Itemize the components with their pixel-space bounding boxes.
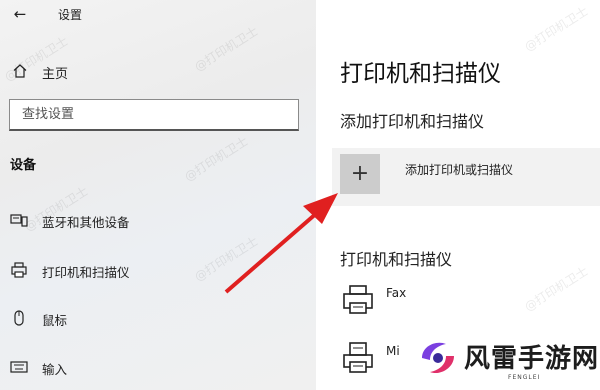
printer-icon bbox=[11, 262, 27, 278]
site-logo: 风雷手游网 FENGLEI bbox=[416, 332, 600, 390]
title-bar: ← 设置 bbox=[0, 0, 316, 28]
add-section-title: 添加打印机和扫描仪 bbox=[340, 112, 485, 131]
back-arrow-icon[interactable]: ← bbox=[10, 4, 30, 24]
search-input[interactable] bbox=[10, 100, 298, 129]
mouse-icon bbox=[14, 310, 24, 326]
sidebar-item-label: 打印机和扫描仪 bbox=[42, 265, 130, 280]
printer-name: Fax bbox=[386, 286, 407, 300]
sidebar: ← 设置 主页 设备 蓝牙和其他设备 打印机和扫描仪 鼠标 bbox=[0, 0, 316, 390]
sidebar-item-mouse[interactable]: 鼠标 bbox=[0, 303, 316, 333]
printer-list-title: 打印机和扫描仪 bbox=[340, 250, 453, 269]
section-title: 设备 bbox=[10, 158, 37, 173]
logo-subtext: FENGLEI bbox=[508, 374, 541, 381]
logo-text: 风雷手游网 bbox=[464, 344, 600, 374]
sidebar-item-label: 输入 bbox=[42, 362, 68, 377]
search-box[interactable] bbox=[9, 99, 299, 131]
sidebar-item-label: 蓝牙和其他设备 bbox=[42, 215, 130, 230]
sidebar-item-typing[interactable]: 输入 bbox=[0, 352, 316, 382]
add-printer-label: 添加打印机或扫描仪 bbox=[405, 163, 514, 177]
sidebar-item-label: 主页 bbox=[42, 67, 69, 82]
keyboard-icon bbox=[10, 361, 28, 373]
plus-icon: + bbox=[340, 154, 380, 194]
logo-mark-icon bbox=[422, 342, 454, 374]
sidebar-item-home[interactable]: 主页 bbox=[0, 56, 316, 86]
add-printer-button[interactable]: + 添加打印机或扫描仪 bbox=[332, 148, 600, 206]
sidebar-item-label: 鼠标 bbox=[42, 313, 68, 328]
fax-printer-icon bbox=[343, 285, 373, 314]
printer-item-fax[interactable]: Fax bbox=[340, 282, 590, 326]
home-icon bbox=[13, 64, 27, 78]
sidebar-item-printers[interactable]: 打印机和扫描仪 bbox=[0, 255, 316, 285]
app-title: 设置 bbox=[58, 8, 83, 22]
bluetooth-devices-icon bbox=[10, 214, 28, 227]
page-title: 打印机和扫描仪 bbox=[340, 61, 501, 87]
document-printer-icon bbox=[343, 342, 373, 373]
sidebar-item-bluetooth[interactable]: 蓝牙和其他设备 bbox=[0, 205, 316, 235]
printer-name: Mi bbox=[386, 344, 400, 358]
